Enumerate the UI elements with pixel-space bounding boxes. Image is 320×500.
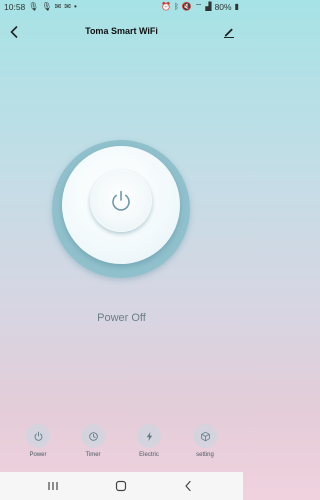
recent-apps-button[interactable] (43, 478, 63, 494)
status-right: ⏰ ᛒ 🔇 ⌔ ▟ 80% ▮ (161, 2, 239, 12)
cube-icon (200, 431, 210, 441)
mail-icon: ✉ (54, 2, 62, 11)
nav-item-setting[interactable]: setting (177, 424, 233, 458)
nav-label-setting: setting (196, 452, 214, 458)
nav-circle (81, 424, 105, 448)
home-button[interactable] (111, 478, 131, 494)
nav-circle (193, 424, 217, 448)
alarm-icon: ⏰ (161, 2, 172, 11)
timer-icon (88, 431, 98, 441)
nav-item-power[interactable]: Power (10, 424, 66, 458)
battery-icon: ▮ (234, 2, 239, 11)
battery-level: 80% (214, 2, 232, 12)
power-toggle-button[interactable] (90, 170, 152, 232)
system-nav-bar (0, 472, 243, 500)
nav-label-electric: Electric (139, 452, 159, 458)
power-status-text: Power Off (97, 312, 146, 324)
nav-item-timer[interactable]: Timer (65, 424, 121, 458)
lightning-icon (146, 431, 152, 441)
mail-icon: ✉ (64, 2, 71, 11)
nav-label-power: Power (29, 452, 47, 458)
nav-circle (26, 424, 50, 448)
status-left: 10:58 🎙 🎙 ✉ ✉ • (4, 2, 77, 12)
mic-icon: 🎙 (28, 2, 39, 11)
status-bar: 10:58 🎙 🎙 ✉ ✉ • ⏰ ᛒ 🔇 ⌔ ▟ 80% ▮ (0, 0, 243, 14)
mute-icon: 🔇 (181, 2, 192, 11)
back-nav-button[interactable] (178, 478, 198, 494)
recent-apps-icon (48, 482, 58, 490)
wifi-icon: ⌔ (194, 2, 203, 11)
bluetooth-icon: ᛒ (174, 2, 179, 11)
status-time: 10:58 (4, 2, 26, 12)
app-bar: Toma Smart WiFi (0, 18, 243, 46)
home-icon (115, 480, 127, 492)
nav-circle (137, 424, 161, 448)
nav-label-timer: Timer (85, 452, 101, 458)
back-icon (185, 480, 191, 492)
signal-icon: ▟ (205, 2, 212, 11)
pencil-icon (224, 28, 234, 38)
power-icon (34, 431, 42, 441)
edit-button[interactable] (221, 22, 237, 42)
mic-icon: 🎙 (41, 2, 52, 11)
function-nav: Power Timer Electric setting (0, 424, 243, 466)
dot-icon: • (74, 2, 77, 11)
power-icon (112, 190, 130, 211)
page-title: Toma Smart WiFi (85, 26, 158, 36)
nav-item-electric[interactable]: Electric (121, 424, 177, 458)
